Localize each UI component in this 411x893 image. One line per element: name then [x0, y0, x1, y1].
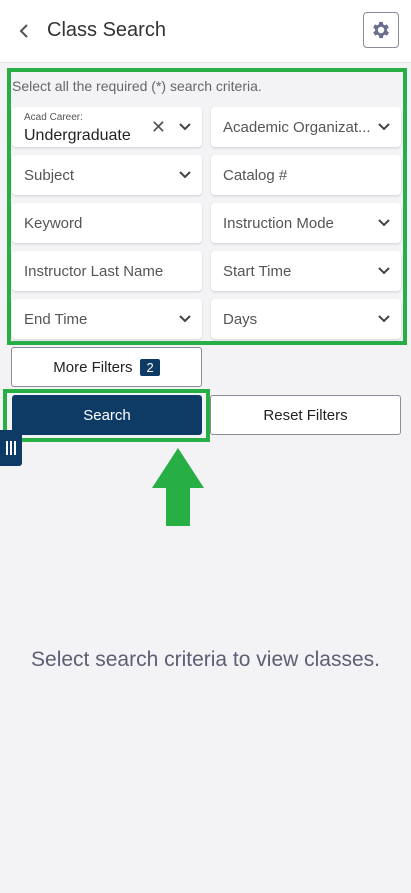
chevron-left-icon — [19, 24, 28, 38]
search-button[interactable]: Search — [12, 395, 202, 435]
instruction-mode-select[interactable]: Instruction Mode — [211, 203, 401, 243]
start-time-placeholder: Start Time — [223, 263, 292, 280]
chevron-down-icon — [179, 123, 191, 131]
days-select[interactable]: Days — [211, 299, 401, 339]
acad-career-value: Undergraduate — [24, 127, 131, 144]
acad-career-label: Acad Career: — [24, 112, 83, 123]
end-time-select[interactable]: End Time — [12, 299, 202, 339]
back-button[interactable] — [14, 19, 34, 43]
reset-filters-button[interactable]: Reset Filters — [210, 395, 401, 435]
keyword-placeholder: Keyword — [24, 215, 83, 232]
subject-placeholder: Subject — [24, 167, 75, 184]
instructor-last-name-placeholder: Instructor Last Name — [24, 263, 164, 280]
chevron-down-icon — [378, 315, 390, 323]
academic-organization-select[interactable]: Academic Organizat... — [211, 107, 401, 147]
end-time-placeholder: End Time — [24, 311, 88, 328]
acad-career-select[interactable]: Acad Career: Undergraduate ✕ — [12, 107, 202, 147]
subject-select[interactable]: Subject — [12, 155, 202, 195]
page-title: Class Search — [47, 19, 166, 41]
more-filters-label: More Filters — [53, 358, 133, 376]
gear-icon — [373, 21, 389, 39]
panel-bars-icon — [6, 441, 16, 455]
chevron-down-icon — [179, 171, 191, 179]
catalog-number-placeholder: Catalog # — [223, 167, 288, 184]
empty-state-message: Select search criteria to view classes. — [31, 648, 380, 671]
chevron-down-icon — [378, 219, 390, 227]
app-header: Class Search — [0, 0, 411, 63]
instructor-last-name-input[interactable]: Instructor Last Name — [12, 251, 202, 291]
clear-icon[interactable]: ✕ — [151, 118, 166, 136]
criteria-hint: Select all the required (*) search crite… — [12, 78, 262, 94]
keyword-input[interactable]: Keyword — [12, 203, 202, 243]
side-panel-toggle[interactable] — [0, 430, 22, 466]
chevron-down-icon — [378, 123, 390, 131]
chevron-down-icon — [378, 267, 390, 275]
up-arrow-icon — [152, 448, 204, 526]
instruction-mode-placeholder: Instruction Mode — [223, 215, 334, 232]
settings-button[interactable] — [363, 12, 399, 48]
chevron-down-icon — [179, 315, 191, 323]
academic-organization-placeholder: Academic Organizat... — [223, 119, 371, 136]
days-placeholder: Days — [223, 311, 258, 328]
catalog-number-input[interactable]: Catalog # — [211, 155, 401, 195]
more-filters-count-badge: 2 — [140, 358, 160, 376]
start-time-select[interactable]: Start Time — [211, 251, 401, 291]
more-filters-button[interactable]: More Filters 2 — [11, 347, 202, 387]
